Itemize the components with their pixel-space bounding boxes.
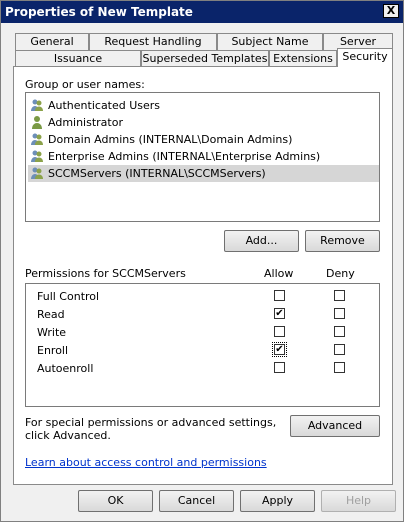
list-item-label: Authenticated Users xyxy=(48,99,161,112)
deny-header: Deny xyxy=(326,267,355,280)
special-permissions-text: For special permissions or advanced sett… xyxy=(25,416,277,442)
allow-checkbox[interactable] xyxy=(274,326,285,337)
permission-name: Read xyxy=(37,308,65,321)
permission-row: Enroll ✔ xyxy=(26,342,379,360)
deny-checkbox[interactable] xyxy=(334,362,345,373)
advanced-button-label: Advanced xyxy=(307,419,363,432)
allow-checkbox[interactable] xyxy=(274,290,285,301)
permission-name: Autoenroll xyxy=(37,362,94,375)
list-item-label: Domain Admins (INTERNAL\Domain Admins) xyxy=(48,133,293,146)
list-item[interactable]: Domain Admins (INTERNAL\Domain Admins) xyxy=(30,131,292,148)
help-link[interactable]: Learn about access control and permissio… xyxy=(25,456,267,469)
list-item-selected[interactable]: SCCMServers (INTERNAL\SCCMServers) xyxy=(28,165,379,182)
list-item-label: Enterprise Admins (INTERNAL\Enterprise A… xyxy=(48,150,321,163)
allow-header: Allow xyxy=(264,267,294,280)
permissions-label: Permissions for SCCMServers xyxy=(25,267,186,280)
deny-checkbox[interactable] xyxy=(334,326,345,337)
properties-dialog: Properties of New Template X General Req… xyxy=(0,0,404,522)
security-content: Group or user names: Authenticated Users… xyxy=(1,1,403,521)
deny-checkbox[interactable] xyxy=(334,308,345,319)
permission-row: Full Control xyxy=(26,288,379,306)
allow-checkbox[interactable]: ✔ xyxy=(274,308,285,319)
list-item[interactable]: Authenticated Users xyxy=(30,97,160,114)
list-item-label: SCCMServers (INTERNAL\SCCMServers) xyxy=(48,167,266,180)
deny-checkbox[interactable] xyxy=(334,290,345,301)
remove-button-label: Remove xyxy=(320,234,365,247)
list-item[interactable]: Administrator xyxy=(30,114,123,131)
users-group-icon xyxy=(31,167,43,179)
group-users-label: Group or user names: xyxy=(25,78,145,91)
permission-name: Full Control xyxy=(37,290,100,303)
add-button[interactable]: Add... xyxy=(224,230,299,252)
advanced-button[interactable]: Advanced xyxy=(290,415,380,437)
permission-name: Write xyxy=(37,326,67,339)
remove-button[interactable]: Remove xyxy=(305,230,380,252)
deny-checkbox[interactable] xyxy=(334,344,345,355)
user-listbox[interactable]: Authenticated Users Administrator Domain… xyxy=(25,92,380,222)
users-group-icon xyxy=(31,99,43,111)
list-item[interactable]: Enterprise Admins (INTERNAL\Enterprise A… xyxy=(30,148,320,165)
permission-name: Enroll xyxy=(37,344,69,357)
users-group-icon xyxy=(31,150,43,162)
user-icon xyxy=(32,116,42,129)
add-button-label: Add... xyxy=(245,234,278,247)
permission-row: Autoenroll xyxy=(26,360,379,378)
list-item-label: Administrator xyxy=(48,116,123,129)
permissions-list: Full Control Read ✔ Write Enroll ✔ Autoe… xyxy=(25,283,380,407)
permission-row: Read ✔ xyxy=(26,306,379,324)
users-group-icon xyxy=(31,133,43,145)
allow-checkbox[interactable]: ✔ xyxy=(272,342,287,357)
permission-row: Write xyxy=(26,324,379,342)
allow-checkbox[interactable] xyxy=(274,362,285,373)
